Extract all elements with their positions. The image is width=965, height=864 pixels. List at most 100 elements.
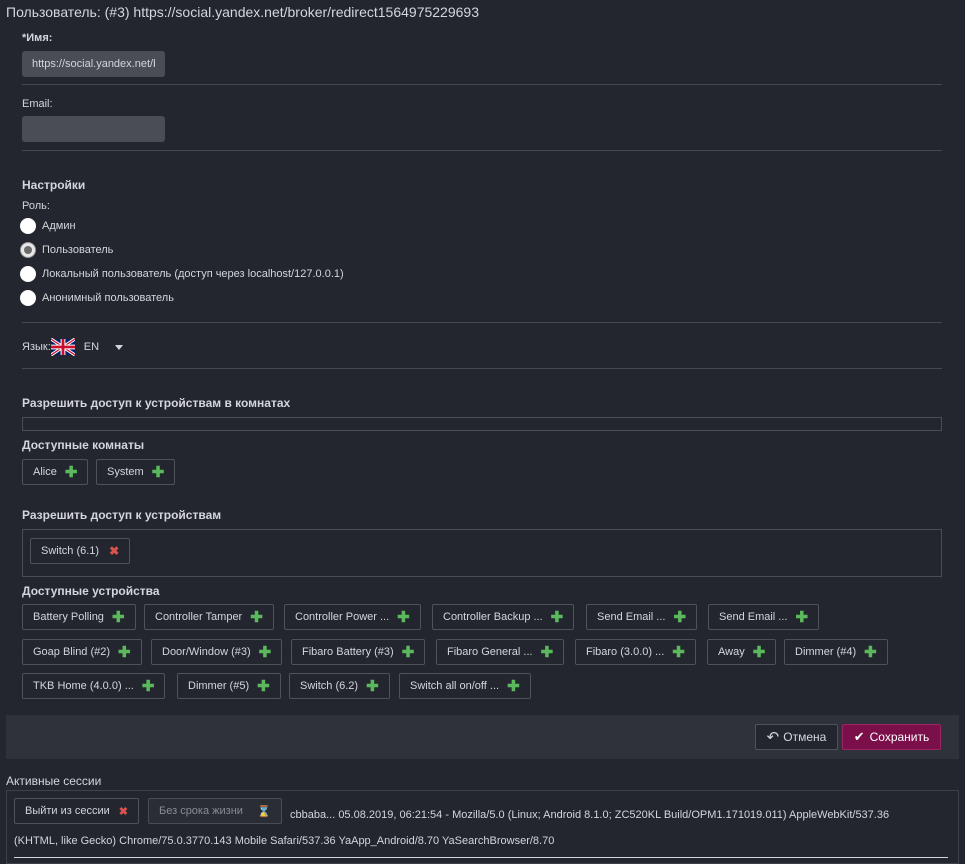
device-chip-label: Switch (6.2) <box>300 680 359 692</box>
device-chip[interactable]: Battery Polling ✚ <box>22 604 136 630</box>
plus-icon: ✚ <box>864 643 877 661</box>
no-expiry-button[interactable]: Без срока жизни ⌛ <box>148 798 282 824</box>
role-user-option[interactable]: Пользователь <box>20 241 113 259</box>
device-chip[interactable]: Send Email ... ✚ <box>708 604 820 630</box>
plus-icon: ✚ <box>366 677 379 695</box>
divider <box>22 322 942 323</box>
device-chip[interactable]: Controller Backup ... ✚ <box>432 604 575 630</box>
hourglass-icon: ⌛ <box>256 805 271 818</box>
rooms-allow-title: Разрешить доступ к устройствам в комната… <box>22 396 291 410</box>
plus-icon: ✚ <box>250 608 263 626</box>
plus-icon: ✚ <box>401 643 415 661</box>
divider <box>22 150 942 151</box>
language-value: EN <box>83 341 100 353</box>
allowed-rooms-dropzone[interactable] <box>22 417 942 431</box>
page-title: Пользователь: (#3) https://social.yandex… <box>6 4 479 20</box>
name-input[interactable] <box>22 51 165 77</box>
plus-icon: ✚ <box>507 677 520 695</box>
plus-icon: ✚ <box>673 608 687 626</box>
radio-button[interactable] <box>20 218 36 234</box>
plus-icon: ✚ <box>795 608 809 626</box>
device-chip[interactable]: Controller Power ... ✚ <box>284 604 421 630</box>
radio-button[interactable] <box>20 266 36 282</box>
plus-icon: ✚ <box>258 643 272 661</box>
language-select[interactable]: EN <box>50 338 124 356</box>
device-chip[interactable]: Send Email ... ✚ <box>586 604 698 630</box>
allowed-device-chip[interactable]: Switch (6.1) ✖ <box>30 538 131 564</box>
logout-session-button[interactable]: Выйти из сессии ✖ <box>14 798 139 824</box>
email-input[interactable] <box>22 116 165 142</box>
role-local-user-option[interactable]: Локальный пользователь (доступ через loc… <box>20 265 344 283</box>
divider <box>22 84 942 85</box>
device-chip-label: Dimmer (#5) <box>188 680 250 692</box>
session-info-line2: (KHTML, like Gecko) Chrome/75.0.3770.143… <box>14 835 555 847</box>
role-label: Роль: <box>22 200 50 212</box>
cancel-button[interactable]: ↶ Отмена <box>755 724 838 750</box>
plus-icon: ✚ <box>752 643 766 661</box>
device-chip-label: Switch all on/off ... <box>410 680 500 692</box>
plus-icon: ✚ <box>141 677 155 695</box>
plus-icon: ✚ <box>151 463 165 481</box>
role-admin-label: Админ <box>42 220 76 232</box>
plus-icon: ✚ <box>118 643 131 661</box>
undo-icon: ↶ <box>766 729 780 746</box>
save-button[interactable]: ✔ Сохранить <box>842 724 941 750</box>
room-chip-label: System <box>107 466 144 478</box>
device-chip-label: Fibaro Battery (#3) <box>302 646 394 658</box>
plus-icon: ✚ <box>550 608 564 626</box>
device-chip[interactable]: Door/Window (#3) ✚ <box>151 639 283 665</box>
devices-allow-title: Разрешить доступ к устройствам <box>22 508 222 522</box>
device-chip-label: Battery Polling <box>33 611 104 623</box>
language-label: Язык: <box>22 341 51 353</box>
plus-icon: ✚ <box>111 608 125 626</box>
session-info-line1: cbbaba... 05.08.2019, 06:21:54 - Mozilla… <box>290 809 890 821</box>
room-chip-label: Alice <box>33 466 57 478</box>
device-chip[interactable]: Dimmer (#5) ✚ <box>177 673 281 699</box>
room-chip-alice[interactable]: Alice ✚ <box>22 459 89 485</box>
plus-icon: ✚ <box>257 677 270 695</box>
name-label: *Имя: <box>22 32 53 44</box>
role-admin-option[interactable]: Админ <box>20 217 76 235</box>
plus-icon: ✚ <box>540 643 554 661</box>
rooms-available-title: Доступные комнаты <box>22 438 145 452</box>
no-expiry-label: Без срока жизни <box>159 805 243 817</box>
sessions-title: Активные сессии <box>6 774 102 788</box>
device-chip[interactable]: Fibaro General ... ✚ <box>436 639 565 665</box>
device-chip-label: Door/Window (#3) <box>162 646 251 658</box>
divider <box>22 368 942 369</box>
save-button-label: Сохранить <box>869 730 930 744</box>
device-chip-label: Controller Backup ... <box>443 611 543 623</box>
device-chip[interactable]: Controller Tamper ✚ <box>144 604 274 630</box>
device-chip[interactable]: Fibaro (3.0.0) ... ✚ <box>575 639 696 665</box>
radio-button-checked[interactable] <box>20 242 36 258</box>
role-anonymous-label: Анонимный пользователь <box>42 292 174 304</box>
room-chip-system[interactable]: System ✚ <box>96 459 176 485</box>
device-chip[interactable]: Switch (6.2) ✚ <box>289 673 390 699</box>
divider <box>14 857 948 858</box>
uk-flag-icon <box>50 338 75 356</box>
allowed-devices-box <box>22 529 942 577</box>
radio-button[interactable] <box>20 290 36 306</box>
close-icon: ✖ <box>118 805 128 818</box>
cancel-button-label: Отмена <box>783 730 827 744</box>
settings-title: Настройки <box>22 178 86 192</box>
device-chip-label: Away <box>718 646 745 658</box>
device-chip-label: Switch (6.1) <box>41 545 100 557</box>
role-local-user-label: Локальный пользователь (доступ через loc… <box>42 268 344 280</box>
device-chip[interactable]: Goap Blind (#2) ✚ <box>22 639 142 665</box>
device-chip[interactable]: Dimmer (#4) ✚ <box>784 639 888 665</box>
device-chip-label: Controller Power ... <box>295 611 390 623</box>
logout-session-label: Выйти из сессии <box>25 805 110 817</box>
device-chip-label: Dimmer (#4) <box>795 646 857 658</box>
device-chip-label: Send Email ... <box>597 611 666 623</box>
device-chip[interactable]: Switch all on/off ... ✚ <box>399 673 531 699</box>
device-chip-label: TKB Home (4.0.0) ... <box>33 680 134 692</box>
device-chip[interactable]: Away ✚ <box>707 639 777 665</box>
device-chip-label: Fibaro (3.0.0) ... <box>586 646 665 658</box>
device-chip-label: Fibaro General ... <box>447 646 533 658</box>
role-anonymous-option[interactable]: Анонимный пользователь <box>20 289 174 307</box>
device-chip[interactable]: Fibaro Battery (#3) ✚ <box>291 639 426 665</box>
device-chip[interactable]: TKB Home (4.0.0) ... ✚ <box>22 673 166 699</box>
remove-icon[interactable]: ✖ <box>109 545 119 557</box>
email-label: Email: <box>22 98 53 110</box>
